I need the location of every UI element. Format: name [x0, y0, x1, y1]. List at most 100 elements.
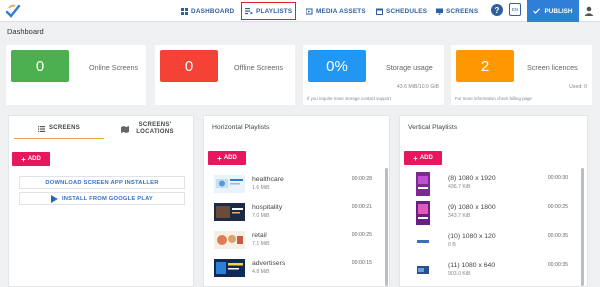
screens-tabs: SCREENS SCREENS' LOCATIONS: [14, 119, 194, 139]
horizontal-scrollbar[interactable]: [385, 168, 388, 286]
plus-icon: +: [21, 154, 26, 164]
offline-screens-count: 0: [160, 50, 218, 82]
nav-media-assets-label: MEDIA ASSETS: [316, 7, 366, 15]
playlist-size: 0 B: [448, 242, 456, 248]
app-logo[interactable]: [5, 4, 21, 18]
help-button[interactable]: ?: [491, 4, 503, 16]
list-item[interactable]: (8) 1080 x 1920 436.7 KiB 00:00:30: [404, 172, 574, 198]
playlist-duration: 00:00:35: [547, 262, 568, 268]
online-screens-label: Online Screens: [89, 63, 139, 72]
playlist-name: retail: [252, 232, 267, 239]
playlist-thumbnail: [214, 175, 245, 193]
playlist-name: hospitality: [252, 204, 283, 211]
google-play-button[interactable]: INSTALL FROM GOOGLE PLAY: [19, 192, 185, 205]
download-installer-button[interactable]: DOWNLOAD SCREEN APP INSTALLER: [19, 176, 185, 189]
add-screen-label: ADD: [27, 156, 41, 162]
nav-dashboard[interactable]: DASHBOARD: [181, 3, 234, 19]
playlist-name: (8) 1080 x 1920: [448, 175, 496, 182]
playlist-duration: 00:00:35: [547, 233, 568, 239]
playlist-thumbnail: [417, 240, 429, 243]
playlist-size: 1.6 MiB: [252, 185, 270, 191]
page-header: Dashboard: [0, 22, 600, 40]
list-icon: [37, 125, 45, 132]
vertical-playlists-panel: Vertical Playlists + ADD (8) 1080 x 1920…: [399, 115, 588, 287]
list-item[interactable]: (9) 1080 x 1800 343.7 KiB 00:00:25: [404, 201, 574, 227]
horizontal-playlists-panel: Horizontal Playlists + ADD healthcare 1.…: [203, 115, 390, 287]
nav-dashboard-label: DASHBOARD: [191, 7, 235, 15]
tab-screens-locations-label: SCREENS' LOCATIONS: [136, 122, 174, 135]
list-item[interactable]: hospitality 7.0 MiB 00:00:21: [208, 201, 378, 223]
playlist-duration: 00:00:28: [351, 176, 372, 182]
vertical-playlists-title: Vertical Playlists: [408, 124, 458, 131]
add-vertical-playlist-button[interactable]: + ADD: [404, 151, 442, 165]
playlist-name: healthcare: [252, 176, 284, 183]
playlist-size: 343.7 KiB: [448, 213, 471, 219]
google-play-icon: [50, 194, 58, 203]
online-screens-count: 0: [11, 50, 69, 82]
list-item[interactable]: (11) 1080 x 640 903.0 KiB 00:00:35: [404, 259, 574, 285]
user-icon[interactable]: [584, 6, 594, 16]
screens-panel: SCREENS SCREENS' LOCATIONS + ADD DOWNLOA…: [8, 115, 194, 287]
playlist-name: (11) 1080 x 640: [448, 262, 496, 269]
list-item[interactable]: advertisers 4.8 MiB 00:00:15: [208, 257, 378, 279]
storage-usage-label: Storage usage: [386, 63, 433, 72]
screen-licences-note: For more information check billing page: [455, 96, 532, 101]
plus-icon: +: [413, 153, 418, 163]
playlist-size: 436.7 KiB: [448, 184, 471, 190]
online-screens-card: 0 Online Screens: [6, 45, 146, 105]
add-horizontal-label: ADD: [223, 155, 237, 161]
tab-screens-locations[interactable]: SCREENS' LOCATIONS: [104, 119, 194, 139]
add-horizontal-playlist-button[interactable]: + ADD: [208, 151, 246, 165]
playlist-duration: 00:00:25: [547, 204, 568, 210]
playlist-thumbnail: [417, 266, 429, 274]
screen-licences-label: Screen licences: [527, 63, 578, 72]
top-nav-bar: DASHBOARD PLAYLISTS MEDIA ASSETS SCHEDUL…: [0, 0, 600, 22]
playlist-name: (10) 1080 x 120: [448, 233, 496, 240]
playlist-duration: 00:00:15: [351, 260, 372, 266]
calendar-icon: [376, 8, 383, 15]
playlist-name: advertisers: [252, 260, 286, 267]
tab-screens-label: SCREENS: [48, 125, 81, 131]
playlist-thumbnail: [416, 172, 430, 196]
list-item[interactable]: healthcare 1.6 MiB 00:00:28: [208, 173, 378, 195]
add-screen-button[interactable]: + ADD: [12, 152, 50, 166]
nav-screens[interactable]: SCREENS: [436, 3, 478, 19]
tab-screens[interactable]: SCREENS: [14, 119, 104, 139]
playlist-name: (9) 1080 x 1800: [448, 204, 496, 211]
storage-usage-amount: 43.6 MiB/10.0 GiB: [396, 84, 439, 90]
google-play-label: INSTALL FROM GOOGLE PLAY: [61, 195, 153, 202]
playlist-duration: 00:00:21: [351, 204, 372, 210]
storage-usage-note: If you require more storage contact supp…: [307, 96, 391, 101]
playlist-duration: 00:00:30: [547, 175, 568, 181]
page-title: Dashboard: [7, 27, 44, 36]
map-icon: [121, 125, 129, 133]
storage-usage-card: 0% Storage usage 43.6 MiB/10.0 GiB If yo…: [303, 45, 444, 105]
playlist-thumbnail: [214, 203, 245, 221]
nav-screens-label: SCREENS: [446, 7, 479, 15]
publish-button[interactable]: PUBLISH: [527, 0, 579, 22]
offline-screens-card: 0 Offline Screens: [155, 45, 295, 105]
playlist-size: 7.0 MiB: [252, 213, 270, 219]
storage-usage-percent: 0%: [308, 50, 366, 82]
playlist-thumbnail: [416, 201, 430, 225]
plus-icon: +: [217, 153, 222, 163]
nav-playlists-label: PLAYLISTS: [256, 7, 293, 15]
list-item[interactable]: retail 7.1 MiB 00:00:25: [208, 229, 378, 251]
monitor-icon: [436, 8, 443, 15]
playlist-size: 4.8 MiB: [252, 269, 270, 275]
nav-schedules[interactable]: SCHEDULES: [376, 3, 427, 19]
nav-media-assets[interactable]: MEDIA ASSETS: [306, 3, 366, 19]
publish-label: PUBLISH: [544, 7, 573, 15]
media-icon: [306, 8, 313, 14]
screen-licences-card: 2 Screen licences Used: 0 For more infor…: [451, 45, 592, 105]
playlist-duration: 00:00:25: [351, 232, 372, 238]
add-vertical-label: ADD: [419, 155, 433, 161]
playlist-thumbnail: [214, 231, 245, 249]
vertical-scrollbar[interactable]: [581, 168, 584, 286]
nav-playlists[interactable]: PLAYLISTS: [240, 2, 297, 20]
horizontal-playlists-title: Horizontal Playlists: [212, 124, 270, 131]
list-item[interactable]: (10) 1080 x 120 0 B 00:00:35: [404, 230, 574, 256]
screen-licences-used: Used: 0: [569, 84, 587, 90]
playlist-size: 903.0 KiB: [448, 271, 471, 277]
language-button[interactable]: EN: [509, 3, 521, 16]
